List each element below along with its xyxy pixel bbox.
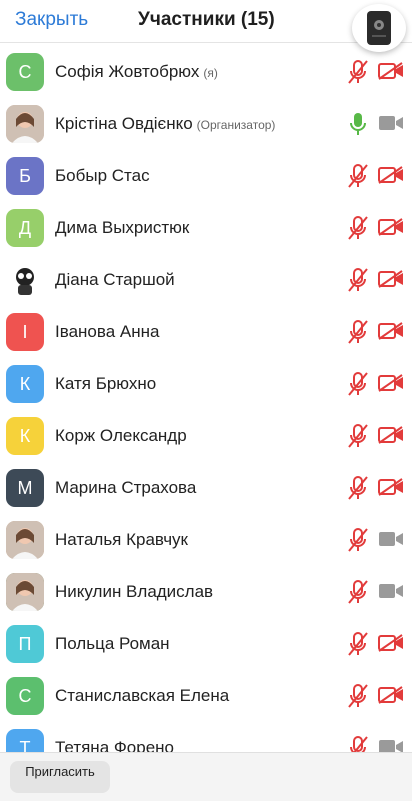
participant-row[interactable]: С Станиславская Елена [0, 669, 412, 721]
participants-list: С Софія Жовтобрюх (я) Крістіна Овдієнко (Орг… [0, 45, 412, 773]
participant-row[interactable]: П Польца Роман [0, 617, 412, 669]
participant-name: Крістіна Овдієнко [55, 114, 193, 133]
participant-row[interactable]: Б Бобыр Стас [0, 149, 412, 201]
participant-name: Никулин Владислав [55, 582, 214, 601]
participant-name-cell: Діана Старшой [55, 270, 175, 290]
participant-name: Станиславская Елена [55, 686, 230, 705]
participant-role-tag: (Организатор) [196, 118, 276, 132]
participant-name: Польца Роман [55, 634, 170, 653]
avatar: К [6, 365, 44, 403]
participant-name-cell: Катя Брюхно [55, 374, 156, 394]
video-camera-off-icon[interactable] [378, 322, 404, 340]
participant-row[interactable]: Никулин Владислав [0, 565, 412, 617]
video-camera-icon[interactable] [378, 114, 404, 132]
participant-name: Софія Жовтобрюх [55, 62, 200, 81]
avatar: П [6, 625, 44, 663]
microphone-muted-icon[interactable] [347, 371, 369, 397]
speaker-device-icon [367, 11, 391, 45]
microphone-icon[interactable] [347, 111, 369, 137]
participant-name-cell: Корж Олександр [55, 426, 187, 446]
participant-name: Іванова Анна [55, 322, 160, 341]
participant-name-cell: Никулин Владислав [55, 582, 213, 602]
bottom-bar: Пригласить [0, 752, 412, 801]
video-camera-off-icon[interactable] [378, 634, 404, 652]
participant-row[interactable]: І Іванова Анна [0, 305, 412, 357]
video-camera-off-icon[interactable] [378, 62, 404, 80]
participant-row[interactable]: К Катя Брюхно [0, 357, 412, 409]
participant-name: Діана Старшой [55, 270, 175, 289]
microphone-muted-icon[interactable] [347, 163, 369, 189]
participant-name: Корж Олександр [55, 426, 187, 445]
avatar: К [6, 417, 44, 455]
participant-name-cell: Марина Страхова [55, 478, 196, 498]
video-camera-icon[interactable] [378, 582, 404, 600]
video-camera-off-icon[interactable] [378, 218, 404, 236]
participant-name-cell: Польца Роман [55, 634, 170, 654]
avatar [6, 261, 44, 299]
participant-name: Наталья Кравчук [55, 530, 188, 549]
participant-row[interactable]: М Марина Страхова [0, 461, 412, 513]
video-camera-off-icon[interactable] [378, 166, 404, 184]
video-camera-off-icon[interactable] [378, 270, 404, 288]
close-button[interactable]: Закрыть [15, 9, 88, 31]
avatar: М [6, 469, 44, 507]
microphone-muted-icon[interactable] [347, 423, 369, 449]
participant-name: Марина Страхова [55, 478, 197, 497]
video-camera-off-icon[interactable] [378, 374, 404, 392]
participant-name-cell: Іванова Анна [55, 322, 159, 342]
microphone-muted-icon[interactable] [347, 267, 369, 293]
avatar: С [6, 677, 44, 715]
participant-name-cell: Наталья Кравчук [55, 530, 188, 550]
avatar: І [6, 313, 44, 351]
avatar: С [6, 53, 44, 91]
participant-name-cell: Станиславская Елена [55, 686, 229, 706]
participant-name-cell: Дима Выхристюк [55, 218, 189, 238]
video-camera-off-icon[interactable] [378, 686, 404, 704]
microphone-muted-icon[interactable] [347, 215, 369, 241]
avatar [6, 105, 44, 143]
page-title: Участники (15) [138, 9, 275, 30]
participant-row[interactable]: К Корж Олександр [0, 409, 412, 461]
microphone-muted-icon[interactable] [347, 527, 369, 553]
participant-row[interactable]: Крістіна Овдієнко (Организатор) [0, 97, 412, 149]
avatar: Д [6, 209, 44, 247]
video-camera-off-icon[interactable] [378, 478, 404, 496]
participant-row[interactable]: Наталья Кравчук [0, 513, 412, 565]
participant-name-cell: Софія Жовтобрюх (я) [55, 62, 218, 82]
microphone-muted-icon[interactable] [347, 319, 369, 345]
participant-row[interactable]: С Софія Жовтобрюх (я) [0, 45, 412, 97]
participant-name: Дима Выхристюк [55, 218, 190, 237]
video-camera-icon[interactable] [378, 530, 404, 548]
participants-header: Закрыть Участники (15) [0, 0, 412, 43]
participant-name: Катя Брюхно [55, 374, 157, 393]
participant-role-tag: (я) [203, 66, 218, 80]
microphone-muted-icon[interactable] [347, 683, 369, 709]
microphone-muted-icon[interactable] [347, 475, 369, 501]
microphone-muted-icon[interactable] [347, 631, 369, 657]
microphone-muted-icon[interactable] [347, 59, 369, 85]
participant-name: Бобыр Стас [55, 166, 150, 185]
avatar [6, 573, 44, 611]
microphone-muted-icon[interactable] [347, 579, 369, 605]
invite-button[interactable]: Пригласить [10, 761, 110, 793]
participant-name-cell: Бобыр Стас [55, 166, 150, 186]
avatar [6, 521, 44, 559]
participant-row[interactable]: Діана Старшой [0, 253, 412, 305]
participant-row[interactable]: Д Дима Выхристюк [0, 201, 412, 253]
participant-name-cell: Крістіна Овдієнко (Организатор) [55, 114, 275, 134]
avatar: Б [6, 157, 44, 195]
video-camera-off-icon[interactable] [378, 426, 404, 444]
